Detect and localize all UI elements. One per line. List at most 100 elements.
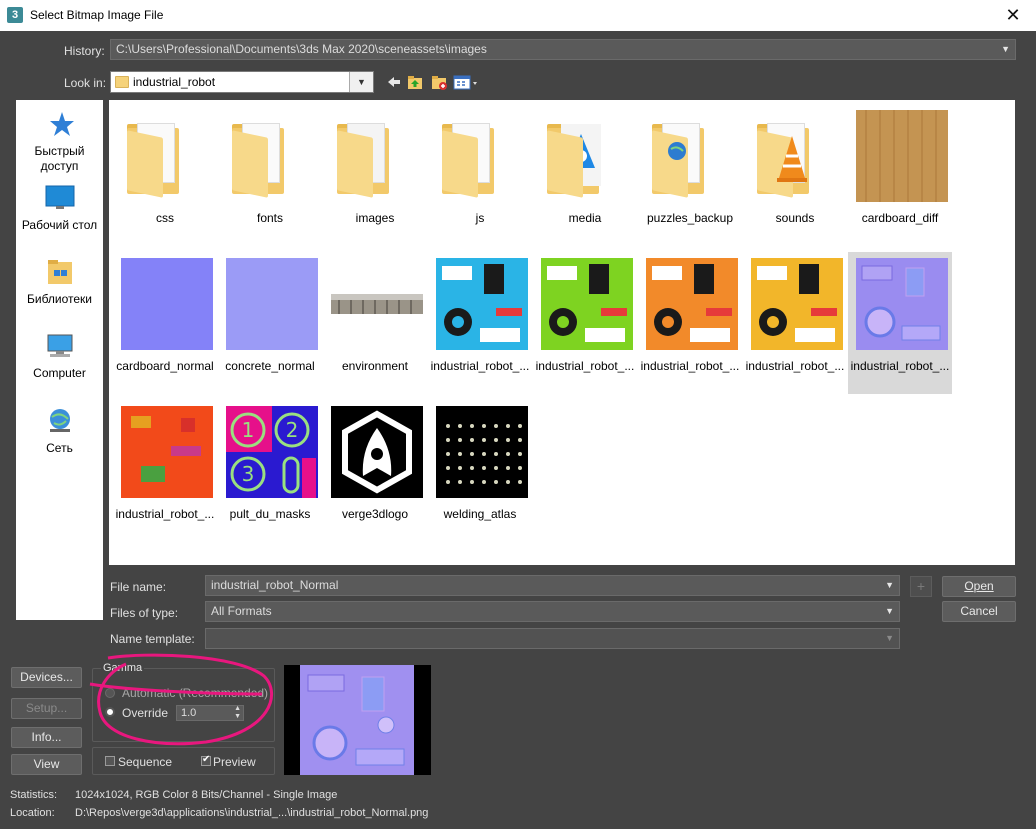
- place-desktop[interactable]: Рабочий стол: [16, 184, 103, 232]
- window-title: Select Bitmap Image File: [30, 8, 164, 22]
- file-name: concrete_normal: [225, 359, 315, 373]
- cancel-button[interactable]: Cancel: [942, 601, 1016, 622]
- place-computer[interactable]: Computer: [16, 332, 103, 380]
- file-name: industrial_robot_...: [430, 359, 530, 373]
- file-name: fonts: [256, 211, 283, 225]
- places-bar: Быстрый доступ Рабочий стол Библиотеки C…: [16, 100, 103, 620]
- place-libraries[interactable]: Библиотеки: [16, 258, 103, 306]
- file-item-industrial-robot-4[interactable]: industrial_robot_...: [743, 252, 847, 394]
- file-item-js[interactable]: js: [428, 104, 532, 246]
- close-button[interactable]: ✕: [990, 0, 1036, 31]
- image-thumbnail: [121, 406, 213, 498]
- chevron-down-icon[interactable]: ▼: [885, 602, 894, 621]
- place-network[interactable]: Сеть: [16, 407, 103, 455]
- history-value: C:\Users\Professional\Documents\3ds Max …: [116, 42, 487, 56]
- file-name: pult_du_masks: [229, 507, 311, 521]
- preview-label: Preview: [213, 755, 256, 769]
- back-arrow-icon[interactable]: [385, 73, 403, 91]
- file-item-industrial-robot-5[interactable]: industrial_robot_...: [113, 400, 217, 542]
- chevron-down-icon[interactable]: ▼: [885, 576, 894, 595]
- folder-icon: [652, 120, 712, 198]
- file-name: verge3dlogo: [341, 507, 409, 521]
- file-list[interactable]: css fonts images js media puzzles_backup: [109, 100, 1015, 565]
- place-label: Computer: [33, 366, 86, 380]
- image-thumbnail: 1 2 3: [226, 406, 318, 498]
- file-item-industrial-robot-2[interactable]: industrial_robot_...: [533, 252, 637, 394]
- lookin-dropdown[interactable]: industrial_robot ▼: [110, 71, 374, 93]
- image-thumbnail: [226, 258, 318, 350]
- file-item-fonts[interactable]: fonts: [218, 104, 322, 246]
- file-name: cardboard_normal: [116, 359, 214, 373]
- image-thumbnail: [751, 258, 843, 350]
- view-button[interactable]: View: [11, 754, 82, 775]
- file-item-cardboard-normal[interactable]: cardboard_normal: [113, 252, 217, 394]
- folder-icon: [115, 76, 129, 88]
- file-item-industrial-robot-1[interactable]: industrial_robot_...: [428, 252, 532, 394]
- file-name: industrial_robot_...: [115, 507, 215, 521]
- file-name: images: [355, 211, 395, 225]
- place-label: Библиотеки: [26, 292, 92, 306]
- folder-icon: [127, 120, 187, 198]
- place-label: Сеть: [46, 441, 73, 455]
- folder-icon: [547, 120, 607, 198]
- vlc-cone-icon: [777, 136, 807, 182]
- image-thumbnail: [646, 258, 738, 350]
- template-dropdown: ▼: [205, 628, 900, 649]
- preview-checkbox[interactable]: [201, 754, 211, 766]
- file-item-industrial-robot-3[interactable]: industrial_robot_...: [638, 252, 742, 394]
- file-item-environment[interactable]: environment: [323, 252, 427, 394]
- file-name: industrial_robot_...: [535, 359, 635, 373]
- new-folder-icon[interactable]: [430, 73, 448, 91]
- filename-label: File name:: [110, 580, 167, 594]
- image-thumbnail: [436, 406, 528, 498]
- file-item-welding-atlas[interactable]: welding_atlas: [428, 400, 532, 542]
- globe-icon: [668, 142, 686, 160]
- history-dropdown[interactable]: C:\Users\Professional\Documents\3ds Max …: [110, 39, 1016, 60]
- setup-button: Setup...: [11, 698, 82, 719]
- statistics-value: 1024x1024, RGB Color 8 Bits/Channel - Si…: [75, 789, 338, 801]
- file-item-verge3dlogo[interactable]: verge3dlogo: [323, 400, 427, 542]
- svg-text:1: 1: [242, 418, 255, 442]
- folder-icon: [337, 120, 397, 198]
- file-name: environment: [341, 359, 409, 373]
- file-item-pult-du-masks[interactable]: 1 2 3 pult_du_masks: [218, 400, 322, 542]
- file-name: puzzles_backup: [646, 211, 734, 225]
- devices-button[interactable]: Devices...: [11, 667, 82, 688]
- place-quick-access[interactable]: Быстрый доступ: [16, 110, 103, 174]
- file-name: cardboard_diff: [861, 211, 939, 225]
- computer-icon: [47, 334, 72, 357]
- sequence-checkbox[interactable]: [105, 756, 115, 766]
- up-folder-icon[interactable]: [406, 73, 424, 91]
- file-name: industrial_robot_...: [745, 359, 845, 373]
- star-icon: [49, 112, 74, 136]
- file-name: css: [156, 211, 174, 225]
- file-item-media[interactable]: media: [533, 104, 637, 246]
- file-item-concrete-normal[interactable]: concrete_normal: [218, 252, 322, 394]
- info-button[interactable]: Info...: [11, 727, 82, 748]
- file-item-sounds[interactable]: sounds: [743, 104, 847, 246]
- app-icon: 3: [7, 7, 23, 23]
- file-name: industrial_robot_...: [640, 359, 740, 373]
- image-thumbnail: [856, 258, 948, 350]
- folder-icon: [757, 120, 817, 198]
- libraries-icon: [47, 260, 72, 284]
- filename-value: industrial_robot_Normal: [211, 578, 339, 592]
- place-label: Быстрый доступ: [34, 144, 85, 173]
- open-button[interactable]: Open: [942, 576, 1016, 597]
- file-item-industrial-robot-normal[interactable]: industrial_robot_...: [848, 252, 952, 394]
- location-label: Location:: [10, 807, 55, 819]
- file-name: industrial_robot_...: [850, 359, 950, 373]
- file-item-images[interactable]: images: [323, 104, 427, 246]
- file-item-cardboard-diff[interactable]: cardboard_diff: [848, 104, 952, 246]
- chevron-down-icon[interactable]: ▼: [349, 72, 373, 92]
- image-preview: [284, 665, 431, 775]
- file-name: welding_atlas: [443, 507, 517, 521]
- file-item-puzzles-backup[interactable]: puzzles_backup: [638, 104, 742, 246]
- svg-text:3: 3: [242, 462, 255, 486]
- location-value: D:\Repos\verge3d\applications\industrial…: [75, 807, 429, 819]
- file-item-css[interactable]: css: [113, 104, 217, 246]
- view-menu-icon[interactable]: [453, 73, 479, 91]
- filename-input[interactable]: industrial_robot_Normal ▼: [205, 575, 900, 596]
- filetype-dropdown[interactable]: All Formats ▼: [205, 601, 900, 622]
- file-name: js: [475, 211, 485, 225]
